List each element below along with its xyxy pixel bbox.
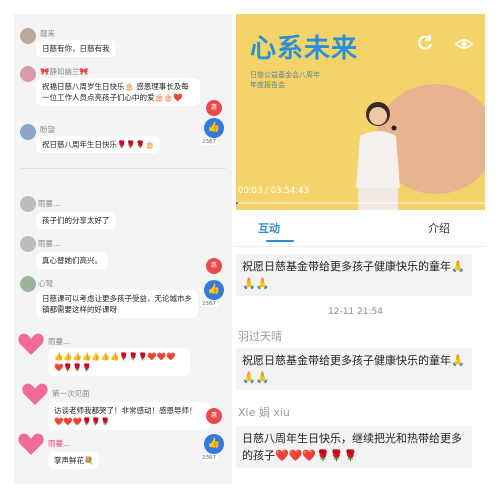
chat-bubble: 日慈有你，日慈有我: [36, 40, 116, 57]
refresh-icon[interactable]: [416, 34, 434, 52]
tab-interaction[interactable]: 互动: [258, 220, 280, 236]
user-name: 🎀静如幽兰🎀: [40, 67, 89, 76]
avatar: [20, 28, 36, 44]
avatar: [20, 124, 36, 140]
comment-user: 羽过天晴: [238, 330, 282, 343]
like-count: 2367: [200, 301, 218, 307]
avatar: [20, 196, 36, 212]
chat-bubble: 日慈课可以考虑让更多孩子受益，无论城市乡镇都需要这样的好课呀: [36, 290, 198, 318]
video-subtitle-line: 年度报告会: [250, 81, 285, 89]
gift-icon[interactable]: 惠: [206, 408, 222, 424]
video-progress-fill: [236, 202, 238, 204]
divider: [20, 168, 226, 169]
video-title: 心系未来: [250, 34, 359, 64]
divider: [236, 246, 485, 247]
eye-icon[interactable]: [455, 37, 473, 51]
user-name: 第一次见面: [52, 389, 90, 398]
avatar: [20, 66, 36, 82]
user-name: 雨蔓...: [48, 337, 71, 346]
comment-bubble: 日慈八周年生日快乐，继续把光和热带给更多的孩子❤️❤️❤️🌹🌹🌹: [236, 426, 472, 468]
chat-bubble: 孩子们的分享太好了: [36, 212, 116, 229]
tab-bar: 互动 介绍: [236, 210, 485, 246]
video-progress-bar[interactable]: [236, 202, 485, 204]
like-button[interactable]: 👍: [204, 118, 224, 138]
tab-underline: [266, 240, 294, 242]
video-subtitle-line: 日慈公益基金会八周年: [250, 71, 320, 79]
speaker-figure: [356, 102, 400, 210]
avatar: [20, 236, 36, 252]
heart-avatar-icon: [18, 432, 44, 456]
chat-bubble: 访谈老师我都哭了！非常感动！感恩导师！❤️❤️❤️🌹🌹🌹: [48, 402, 210, 430]
comment-timestamp: 12-11 21:54: [328, 307, 383, 317]
user-name: 靓来: [40, 29, 55, 38]
chat-bubble: 真心替她们高兴。: [36, 252, 108, 269]
like-count: 2367: [200, 455, 218, 461]
user-name: 心弩: [38, 279, 53, 288]
user-name: 雨蔓...: [38, 239, 61, 248]
comment-user: Xie 娟 xiu: [238, 406, 290, 419]
heart-avatar-icon: [18, 332, 44, 356]
chat-bubble: 祝日慈八周年生日快乐🌹🌹🌹🎂: [36, 136, 161, 153]
avatar: [20, 276, 36, 292]
comment-bubble: 祝愿日慈基金带给更多孩子健康快乐的童年🙏🙏🙏: [236, 348, 472, 390]
tab-introduction[interactable]: 介绍: [428, 220, 450, 236]
chat-bubble: 掌声鲜花💐: [48, 452, 100, 469]
gift-icon[interactable]: 惠: [206, 258, 222, 274]
user-name: 盼望: [40, 125, 55, 134]
user-name: 雨蔓...: [38, 199, 61, 208]
video-player[interactable]: 心系未来 日慈公益基金会八周年 年度报告会 00:03 / 03:54:43: [236, 14, 485, 210]
live-chat-panel: 靓来 日慈有你，日慈有我 🎀静如幽兰🎀 祝福日慈八周岁生日快乐🎂 感恩理事长及每…: [14, 14, 232, 484]
gift-icon[interactable]: 惠: [206, 100, 222, 116]
chat-bubble: 祝福日慈八周岁生日快乐🎂 感恩理事长及每一位工作人员点亮孩子们心中的爱🎂🎂❤️: [36, 78, 200, 106]
video-time: 00:03 / 03:54:43: [238, 186, 309, 196]
comment-bubble: 祝愿日慈基金带给更多孩子健康快乐的童年🙏🙏🙏: [236, 254, 472, 296]
chat-bubble: 👍👍👍👍👍👍👍🌹🌹🌹❤️❤️❤️❤️🌹🌹🌹: [48, 348, 190, 376]
like-button[interactable]: 👍: [204, 280, 224, 300]
live-stream-panel: 心系未来 日慈公益基金会八周年 年度报告会 00:03 / 03:54:43 互…: [236, 14, 485, 484]
heart-avatar-icon: [22, 382, 48, 406]
like-button[interactable]: 👍: [204, 434, 224, 454]
video-subtitle: 日慈公益基金会八周年 年度报告会: [250, 70, 320, 90]
like-count: 2367: [200, 139, 218, 145]
user-name: 雨蔓...: [48, 439, 71, 448]
